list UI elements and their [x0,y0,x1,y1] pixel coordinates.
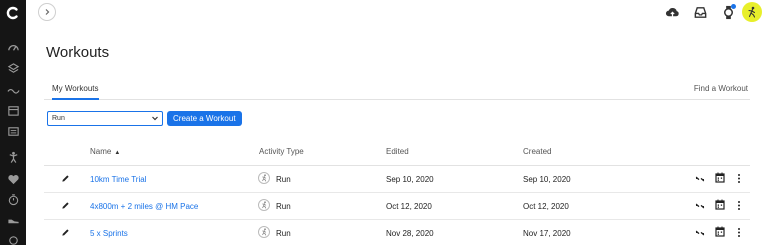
activity-type-label: Run [276,175,291,184]
notification-dot [731,4,736,9]
schedule-calendar-icon[interactable] [715,226,725,237]
connect-logo-icon[interactable] [0,0,26,26]
layers-icon[interactable] [6,61,20,75]
schedule-calendar-icon[interactable] [715,199,725,210]
sort-ascending-icon: ▲ [114,150,121,156]
workouts-table: Name ▲ Activity Type Edited Created 10km … [44,138,750,245]
table-row: 10km Time Trial Run Sep 10, 2020 Sep 10,… [44,166,750,193]
dashboard-icon[interactable] [6,40,20,54]
inbox-icon[interactable] [692,4,708,20]
reports-icon[interactable] [6,124,20,138]
edited-date: Oct 12, 2020 [386,202,432,211]
page-title: Workouts [46,44,110,61]
run-activity-icon [258,199,270,211]
user-avatar-icon[interactable] [742,2,762,22]
workout-name-link[interactable]: 4x800m + 2 miles @ HM Pace [90,202,198,211]
create-workout-button[interactable]: Create a Workout [167,110,242,126]
more-sidebar-icon[interactable] [6,233,20,245]
column-activity-type-header: Activity Type [259,147,304,156]
activity-type-label: Run [276,202,291,211]
schedule-calendar-icon[interactable] [715,172,725,183]
column-name-label: Name [90,147,112,156]
stopwatch-icon[interactable] [6,192,20,206]
activity-type-select-value: Run [52,114,65,122]
edited-date: Sep 10, 2020 [386,175,434,184]
more-options-icon[interactable] [737,200,741,211]
table-row: 5 x Sprints Run Nov 28, 2020 Nov 17, 202… [44,220,750,245]
activity-wave-icon[interactable] [6,83,20,97]
calendar-icon[interactable] [6,103,20,117]
shoe-icon[interactable] [6,213,20,227]
more-options-icon[interactable] [737,173,741,184]
workout-controls: Run Create a Workout [47,110,242,126]
upload-cloud-icon[interactable] [664,4,680,20]
sidebar-toggle-icon[interactable] [38,3,56,21]
chevron-down-icon [152,116,158,120]
workout-name-link[interactable]: 10km Time Trial [90,175,146,184]
share-icon[interactable] [695,174,705,184]
more-options-icon[interactable] [737,227,741,238]
created-date: Nov 17, 2020 [523,229,571,238]
activity-type-select[interactable]: Run [47,110,163,126]
edit-pencil-icon[interactable] [61,201,70,210]
edit-pencil-icon[interactable] [61,174,70,183]
activity-type-label: Run [276,229,291,238]
training-icon[interactable] [6,150,20,164]
column-edited-header: Edited [386,147,409,156]
run-activity-icon [258,172,270,184]
created-date: Oct 12, 2020 [523,202,569,211]
table-header: Name ▲ Activity Type Edited Created [44,138,750,166]
find-workout-link[interactable]: Find a Workout [694,84,748,93]
share-icon[interactable] [695,201,705,211]
device-watch-icon[interactable] [720,4,736,20]
health-heart-icon[interactable] [6,172,20,186]
sidebar [0,0,26,245]
workout-tabs: My Workouts Find a Workout [44,82,750,100]
run-activity-icon [258,226,270,238]
workout-name-link[interactable]: 5 x Sprints [90,229,128,238]
column-name-header[interactable]: Name ▲ [90,147,120,156]
top-bar [26,0,768,26]
share-icon[interactable] [695,228,705,238]
created-date: Sep 10, 2020 [523,175,571,184]
table-row: 4x800m + 2 miles @ HM Pace Run Oct 12, 2… [44,193,750,220]
edit-pencil-icon[interactable] [61,228,70,237]
column-created-header: Created [523,147,552,156]
tab-my-workouts[interactable]: My Workouts [52,84,99,100]
edited-date: Nov 28, 2020 [386,229,434,238]
